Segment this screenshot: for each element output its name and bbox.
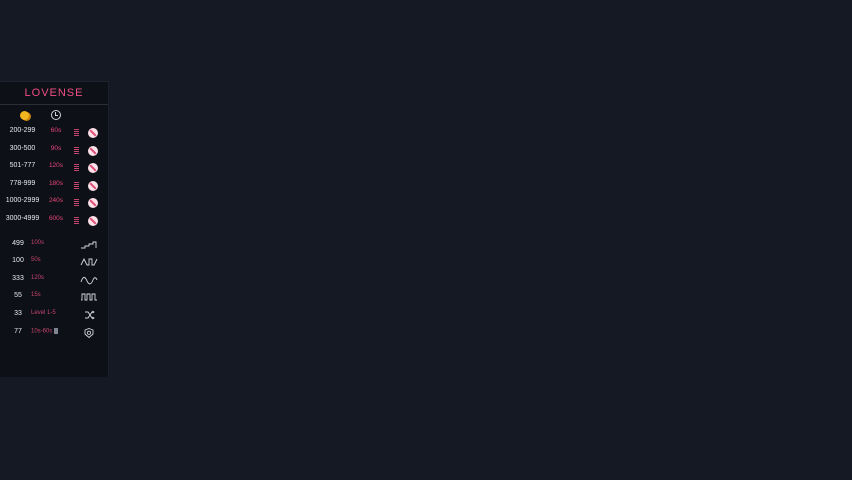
- tip-level-row: 200-299 60s: [0, 124, 108, 142]
- level-bars-icon: [74, 216, 79, 225]
- tip-duration: 600s: [48, 214, 64, 222]
- coins-icon: [20, 111, 29, 120]
- pattern-wave-icon: [80, 276, 98, 285]
- trash-icon: [54, 327, 59, 334]
- tip-range: 3000-4999: [5, 214, 40, 222]
- tip-range: 778-999: [9, 179, 36, 187]
- stop-icon: [88, 180, 98, 191]
- stop-icon: [88, 198, 98, 209]
- special-command-row: 55 15s: [0, 289, 108, 307]
- command-mode: Level 1-5: [31, 309, 56, 316]
- stop-icon: [88, 215, 98, 226]
- settings-shield-icon: [84, 327, 94, 338]
- clock-icon: [51, 110, 61, 120]
- special-command-row: 33 Level 1-5: [0, 307, 108, 325]
- tip-level-row: 778-999 180s: [0, 177, 108, 195]
- lovense-logo: LOVENSE: [0, 82, 108, 105]
- special-command-row: 333 120s: [0, 272, 108, 290]
- pattern-pulse-icon: [80, 258, 98, 266]
- column-header: [0, 105, 108, 124]
- command-mode: 100s: [31, 239, 45, 246]
- command-mode: 50s: [31, 257, 41, 264]
- tip-range: 501-777: [9, 162, 36, 170]
- tip-level-row: 300-500 90s: [0, 142, 108, 160]
- special-command-row: 77 10s-60s: [0, 325, 108, 343]
- special-command-row: 100 50s: [0, 254, 108, 272]
- command-mode-text: 10s-60s: [31, 328, 53, 335]
- stop-icon: [88, 128, 98, 138]
- tip-duration: 180s: [48, 179, 64, 187]
- pattern-ramp-icon: [81, 241, 97, 249]
- tip-level-row: 3000-4999 600s: [0, 212, 108, 230]
- level-bars-icon: [74, 129, 79, 137]
- tip-level-row: 1000-2999 240s: [0, 194, 108, 212]
- pattern-square-icon: [81, 293, 97, 301]
- tip-duration: 90s: [50, 144, 62, 152]
- level-bars-icon: [74, 146, 79, 155]
- stop-icon: [88, 145, 98, 156]
- tip-duration: 120s: [48, 162, 64, 170]
- command-mode: 15s: [31, 292, 41, 299]
- command-mode: 120s: [31, 274, 45, 281]
- random-icon: [85, 310, 95, 320]
- level-bars-icon: [74, 199, 79, 208]
- tip-duration: 240s: [48, 197, 64, 205]
- tip-duration: 60s: [50, 127, 62, 134]
- level-bars-icon: [74, 164, 79, 173]
- tip-range: 1000-2999: [5, 197, 40, 205]
- command-mode: 10s-60s: [31, 327, 59, 335]
- lovense-tip-menu-panel: LOVENSE 200-299 60s 300-500 90s 501-777 …: [0, 81, 109, 377]
- tip-range: 300-500: [9, 144, 36, 152]
- tip-level-row: 501-777 120s: [0, 159, 108, 177]
- tip-range: 200-299: [9, 127, 36, 134]
- stop-icon: [88, 163, 98, 174]
- level-bars-icon: [74, 181, 79, 190]
- special-command-row: 499 100s: [0, 237, 108, 255]
